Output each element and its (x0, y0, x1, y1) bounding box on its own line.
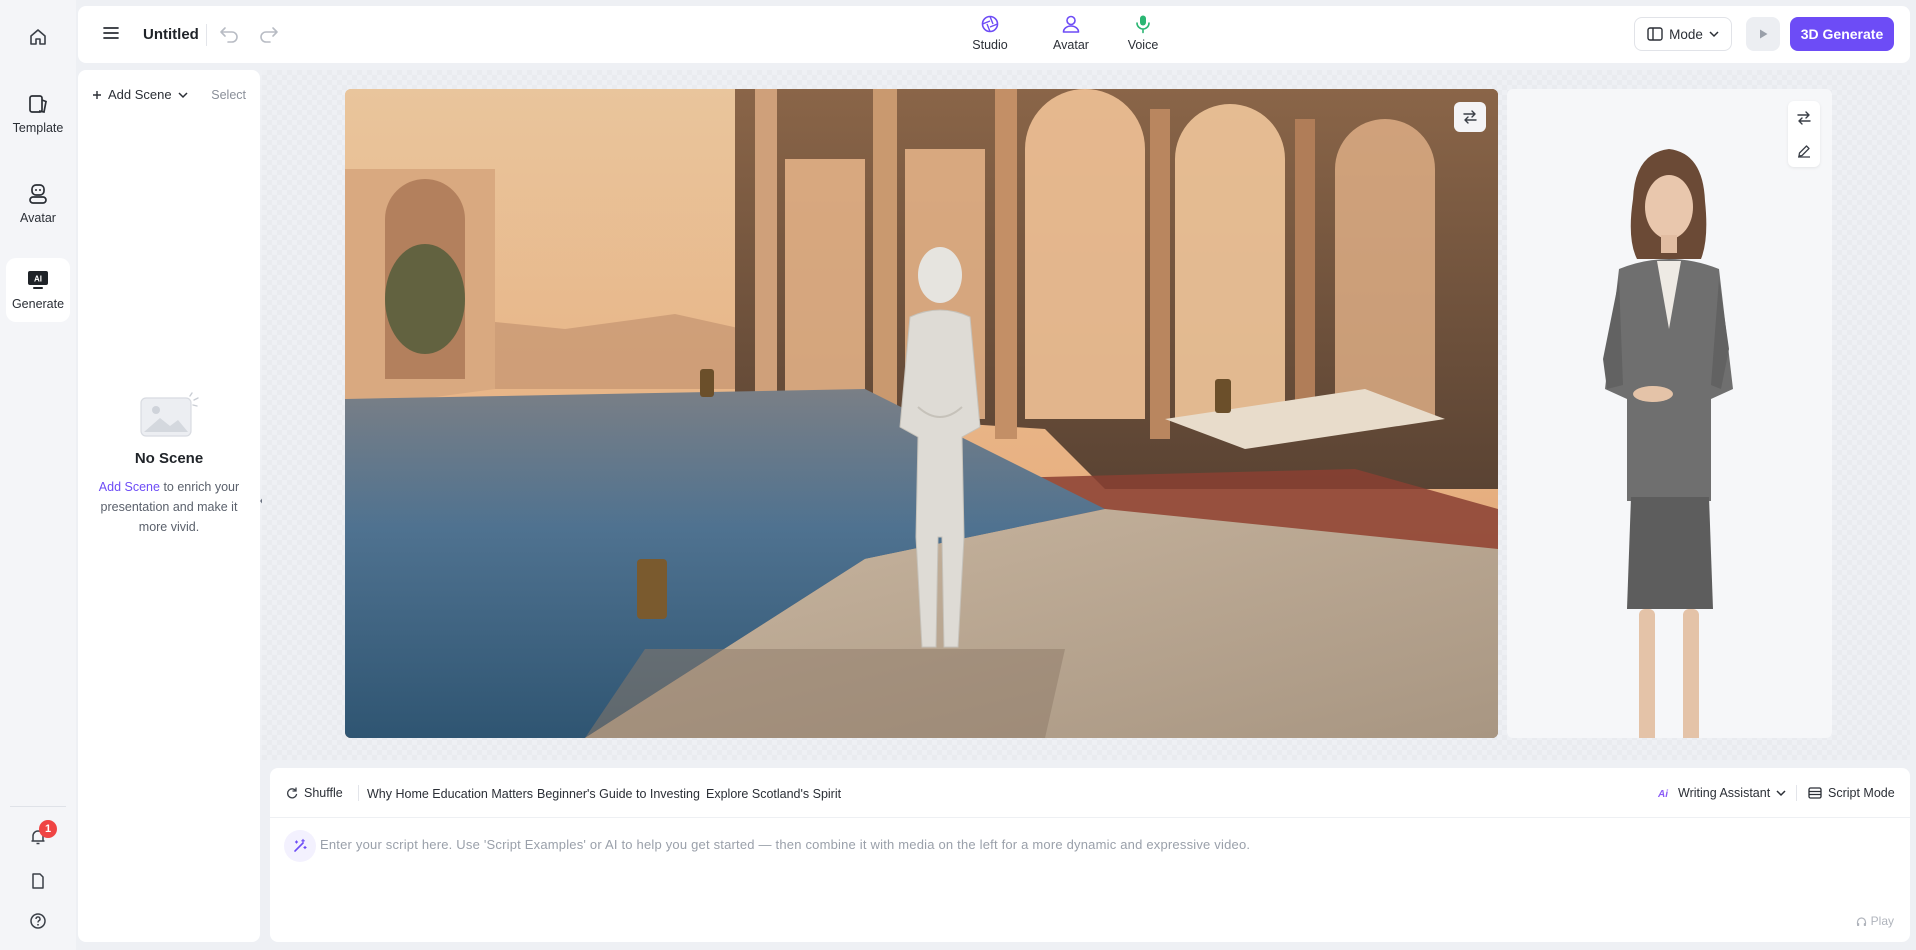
mode-dropdown[interactable]: Mode (1634, 17, 1732, 51)
avatar-tools (1788, 101, 1820, 167)
play-icon (1760, 29, 1768, 39)
chevron-down-icon (178, 91, 188, 98)
ai-icon: Ai (1658, 789, 1668, 799)
play-label: Play (1870, 914, 1894, 928)
chevron-down-icon (1709, 31, 1719, 38)
help-icon[interactable] (29, 912, 47, 930)
chevron-down-icon (1776, 790, 1786, 797)
left-rail: Template Avatar AI Generate 1 (0, 0, 76, 950)
redo-icon[interactable] (258, 24, 280, 47)
writing-assistant-dropdown[interactable]: Ai Writing Assistant (1658, 786, 1786, 800)
empty-state: No Scene Add Scene to enrich your presen… (78, 392, 260, 537)
mode-label: Mode (1669, 26, 1703, 42)
edit-pencil-icon[interactable] (1797, 144, 1811, 158)
play-script-button[interactable]: Play (1856, 914, 1894, 928)
tab-voice[interactable]: Voice (1113, 14, 1173, 52)
script-example-chip[interactable]: Explore Scotland's Spirit (706, 787, 841, 801)
tab-label: Avatar (1053, 38, 1089, 52)
rail-item-label: Generate (11, 297, 65, 311)
microphone-icon (1136, 15, 1150, 34)
swap-layout-button[interactable] (1454, 102, 1486, 132)
script-example-chip[interactable]: Beginner's Guide to Investing (537, 787, 700, 801)
ai-generate-icon: AI (28, 271, 48, 289)
add-scene-label: Add Scene (108, 87, 172, 102)
scenes-panel: Add Scene Select No Scene Add Scene to e… (78, 70, 260, 942)
person-icon (1062, 15, 1080, 33)
list-icon (1808, 787, 1822, 799)
home-icon[interactable] (23, 22, 53, 52)
rail-item-generate[interactable]: AI Generate (6, 258, 70, 322)
document-title[interactable]: Untitled (143, 26, 199, 43)
rail-item-avatar[interactable]: Avatar (6, 172, 70, 236)
script-example-chip[interactable]: Why Home Education Matters (367, 787, 533, 801)
script-toolbar: Shuffle Why Home Education Matters Begin… (270, 768, 1910, 818)
avatar-preview-panel (1507, 89, 1832, 738)
rail-item-label: Template (12, 121, 64, 135)
image-placeholder-icon (140, 392, 199, 437)
refresh-icon (287, 787, 298, 799)
empty-description: Add Scene to enrich your presentation an… (85, 477, 253, 537)
svg-text:AI: AI (34, 275, 42, 284)
ai-wand-button[interactable] (284, 830, 316, 862)
select-link[interactable]: Select (211, 88, 246, 102)
toolbar-divider (358, 785, 359, 801)
rail-item-template[interactable]: Template (6, 82, 70, 146)
avatar-icon (29, 184, 47, 204)
undo-icon[interactable] (218, 24, 240, 47)
studio-icon (981, 15, 999, 33)
add-scene-button[interactable]: Add Scene (92, 87, 188, 102)
swap-icon (1463, 110, 1477, 124)
shuffle-label: Shuffle (304, 786, 343, 800)
tab-label: Studio (972, 38, 1008, 52)
toolbar-divider (1796, 785, 1797, 801)
headphones-icon (1856, 916, 1866, 926)
empty-title: No Scene (134, 450, 204, 467)
rail-item-label: Avatar (20, 211, 56, 225)
svg-text:Ai: Ai (1658, 789, 1668, 799)
layout-icon (1647, 27, 1663, 41)
script-mode-label: Script Mode (1828, 786, 1895, 800)
plus-icon (93, 90, 101, 99)
avatar-preview-image (1603, 149, 1733, 738)
menu-icon[interactable] (102, 25, 120, 44)
rail-divider (10, 806, 66, 807)
preview-play-button[interactable] (1746, 17, 1780, 51)
top-bar: Untitled Studio Avatar Voice Mode 3D Gen… (78, 6, 1910, 63)
tab-avatar[interactable]: Avatar (1041, 14, 1101, 52)
add-scene-link[interactable]: Add Scene (99, 480, 160, 494)
tab-studio[interactable]: Studio (960, 14, 1020, 52)
magic-wand-icon (294, 838, 307, 852)
notification-button[interactable]: 1 (29, 820, 57, 849)
writing-assistant-label: Writing Assistant (1678, 786, 1771, 800)
template-icon (29, 95, 47, 114)
tab-label: Voice (1127, 38, 1159, 52)
script-mode-button[interactable]: Script Mode (1808, 786, 1895, 800)
script-panel: Shuffle Why Home Education Matters Begin… (270, 768, 1910, 942)
swap-icon[interactable] (1796, 110, 1812, 125)
scene-avatar-figure (899, 247, 981, 648)
scene-stage[interactable] (345, 89, 1498, 738)
script-input[interactable] (320, 830, 1880, 858)
toolbar-divider (206, 24, 207, 46)
notification-badge: 1 (39, 820, 57, 838)
shuffle-button[interactable]: Shuffle (286, 786, 343, 800)
3d-generate-button[interactable]: 3D Generate (1790, 17, 1894, 51)
document-icon[interactable] (29, 872, 47, 890)
